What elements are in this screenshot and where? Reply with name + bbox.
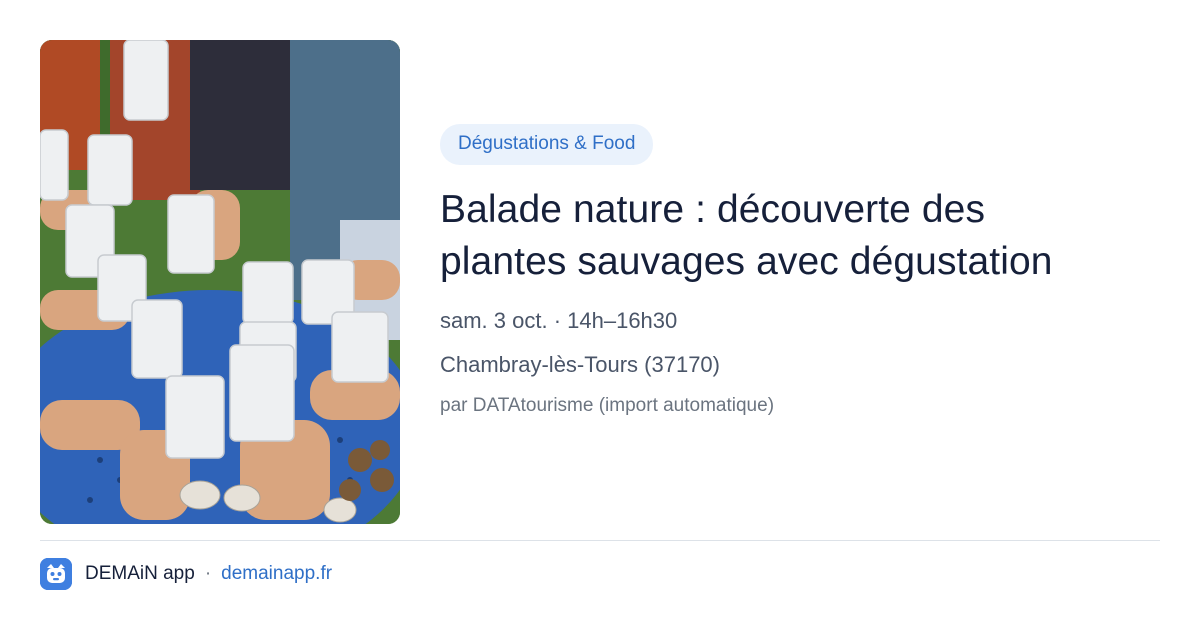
footer: DEMAiN app · demainapp.fr xyxy=(40,558,332,590)
event-photo xyxy=(40,40,400,524)
event-location: Chambray-lès-Tours (37170) xyxy=(440,352,720,377)
event-title-line-2: plantes sauvages avec dégustation xyxy=(440,240,1053,283)
event-title-line-1: Balade nature : découverte des xyxy=(440,188,986,231)
share-card: Dégustations & Food Balade nature : déco… xyxy=(0,0,1200,630)
event-source: par DATAtourisme (import automatique) xyxy=(440,395,775,416)
event-datetime: sam. 3 oct. · 14h–16h30 xyxy=(440,308,678,333)
app-domain-link[interactable]: demainapp.fr xyxy=(221,563,332,585)
event-meta: sam. 3 oct. · 14h–16h30 Chambray-lès-Tou… xyxy=(440,308,1160,378)
divider xyxy=(40,540,1160,541)
category-badge[interactable]: Dégustations & Food xyxy=(440,124,654,165)
demain-app-logo-icon xyxy=(40,558,72,590)
event-details: Dégustations & Food Balade nature : déco… xyxy=(440,124,1160,418)
app-name: DEMAiN app xyxy=(85,563,195,584)
footer-separator: · xyxy=(204,563,212,584)
event-title[interactable]: Balade nature : découverte des plantes s… xyxy=(440,184,1160,288)
